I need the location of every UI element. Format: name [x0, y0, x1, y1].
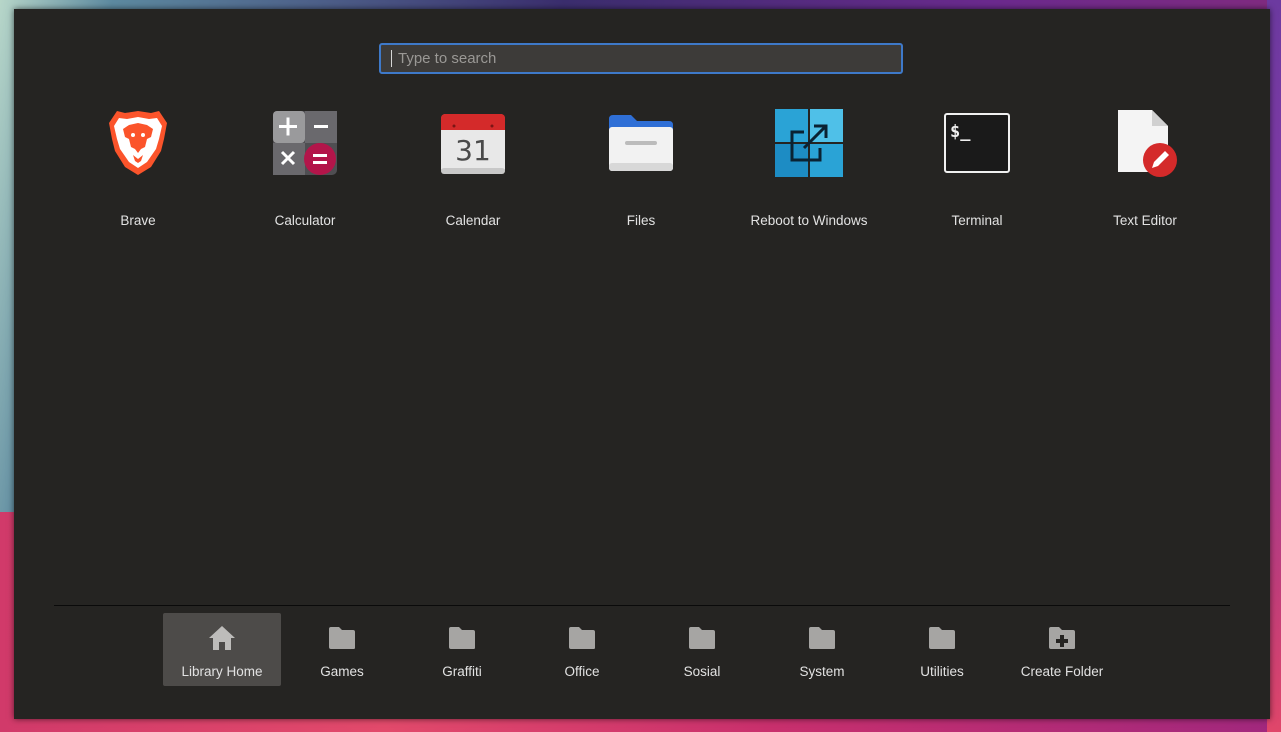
- folder-label: System: [799, 664, 845, 679]
- app-label: Calculator: [274, 213, 336, 228]
- app-label: Files: [626, 213, 656, 228]
- app-label: Text Editor: [1113, 213, 1177, 228]
- terminal-icon: $_: [941, 107, 1013, 179]
- search-field[interactable]: [379, 43, 903, 74]
- app-label: Terminal: [951, 213, 1003, 228]
- folder-graffiti[interactable]: Graffiti: [403, 613, 521, 686]
- folder-icon: [567, 625, 597, 651]
- app-label: Calendar: [445, 213, 501, 228]
- folder-label: Graffiti: [442, 664, 482, 679]
- folder-label: Sosial: [683, 664, 721, 679]
- folder-icon: [927, 625, 957, 651]
- folder-create-folder[interactable]: Create Folder: [1003, 613, 1121, 686]
- app-brave[interactable]: Brave: [54, 104, 222, 244]
- app-library-window: Brave Calculator: [14, 9, 1270, 719]
- folder-games[interactable]: Games: [283, 613, 401, 686]
- folder-label: Office: [564, 664, 600, 679]
- app-reboot-to-windows[interactable]: Reboot to Windows: [725, 104, 893, 244]
- app-grid: Brave Calculator 31 Calendar Files Reboo…: [54, 104, 1234, 244]
- folder-sosial[interactable]: Sosial: [643, 613, 761, 686]
- terminal-prompt: $_: [950, 122, 971, 142]
- folder-label: Library Home: [181, 664, 263, 679]
- calendar-day: 31: [455, 134, 491, 167]
- home-icon: [207, 625, 237, 651]
- app-label: Brave: [120, 213, 156, 228]
- app-calendar[interactable]: 31 Calendar: [389, 104, 557, 244]
- folder-label: Utilities: [920, 664, 964, 679]
- folder-label: Games: [320, 664, 364, 679]
- folder-label: Create Folder: [1020, 664, 1104, 679]
- search-input[interactable]: [398, 50, 891, 67]
- folder-divider: [54, 605, 1230, 606]
- app-files[interactable]: Files: [557, 104, 725, 244]
- app-label: Reboot to Windows: [750, 213, 868, 228]
- folder-icon: [687, 625, 717, 651]
- text-editor-icon: [1109, 107, 1181, 179]
- brave-lion-icon: [102, 107, 174, 179]
- folder-system[interactable]: System: [763, 613, 881, 686]
- folder-office[interactable]: Office: [523, 613, 641, 686]
- app-terminal[interactable]: $_ Terminal: [893, 104, 1061, 244]
- folder-files-icon: [605, 107, 677, 179]
- app-calculator[interactable]: Calculator: [221, 104, 389, 244]
- calendar-icon: 31: [437, 107, 509, 179]
- app-text-editor[interactable]: Text Editor: [1061, 104, 1229, 244]
- folder-icon: [807, 625, 837, 651]
- folder-utilities[interactable]: Utilities: [883, 613, 1001, 686]
- text-caret: [391, 50, 392, 67]
- windows-reboot-icon: [773, 107, 845, 179]
- folder-library-home[interactable]: Library Home: [163, 613, 281, 686]
- calculator-icon: [269, 107, 341, 179]
- create-folder-icon: [1047, 625, 1077, 651]
- folder-icon: [447, 625, 477, 651]
- folder-icon: [327, 625, 357, 651]
